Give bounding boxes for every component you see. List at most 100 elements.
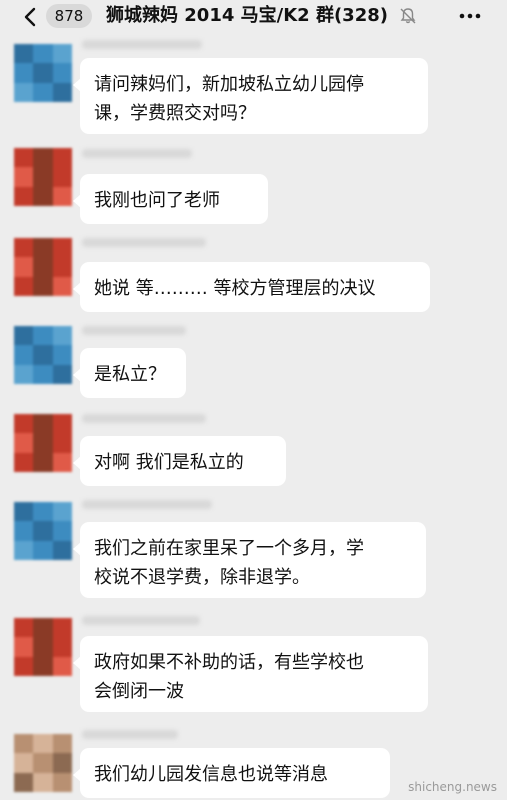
sender-name-blurred <box>82 500 212 509</box>
sender-name-blurred <box>82 414 206 423</box>
avatar[interactable] <box>14 44 72 102</box>
avatar-pixel <box>52 326 72 346</box>
avatar-pixel <box>33 257 53 277</box>
message-text: 我刚也问了老师 <box>94 190 220 211</box>
avatar-pixel <box>33 238 53 258</box>
avatar-pixel <box>52 452 72 472</box>
avatar-pixel <box>33 276 53 296</box>
avatar-pixel <box>33 772 53 792</box>
avatar-pixel <box>14 345 34 365</box>
avatar[interactable] <box>14 326 72 384</box>
avatar-pixel <box>33 502 53 522</box>
message-bubble[interactable]: 请问辣妈们，新加坡私立幼儿园停 课，学费照交对吗？ <box>73 58 428 134</box>
avatar-pixel <box>33 364 53 384</box>
avatar-pixel <box>33 452 53 472</box>
sender-name-blurred <box>82 40 202 49</box>
avatar-pixel <box>33 167 53 187</box>
avatar[interactable] <box>14 502 72 560</box>
avatar-pixel <box>33 753 53 773</box>
avatar-pixel <box>52 502 72 522</box>
chevron-left-icon[interactable] <box>20 6 42 28</box>
avatar-pixel <box>52 364 72 384</box>
avatar-pixel <box>33 414 53 434</box>
avatar-pixel <box>52 618 72 638</box>
avatar-pixel <box>33 521 53 541</box>
avatar-pixel <box>14 637 34 657</box>
avatar-pixel <box>52 772 72 792</box>
avatar-pixel <box>52 637 72 657</box>
avatar-pixel <box>33 326 53 346</box>
unread-count-badge[interactable]: 878 <box>46 4 92 28</box>
avatar-pixel <box>33 637 53 657</box>
avatar-pixel <box>52 276 72 296</box>
sender-name-blurred <box>82 616 200 625</box>
avatar-pixel <box>14 364 34 384</box>
avatar-pixel <box>14 433 34 453</box>
avatar-pixel <box>33 734 53 754</box>
message-bubble[interactable]: 她说 等……… 等校方管理层的决议 <box>73 262 430 312</box>
avatar-pixel <box>52 656 72 676</box>
avatar[interactable] <box>14 734 72 792</box>
message-text: 请问辣妈们，新加坡私立幼儿园停 <box>94 74 364 95</box>
avatar-pixel <box>52 63 72 83</box>
avatar-pixel <box>14 63 34 83</box>
message-bubble[interactable]: 我刚也问了老师 <box>73 174 268 224</box>
avatar[interactable] <box>14 618 72 676</box>
avatar-pixel <box>52 540 72 560</box>
message-text: 她说 等……… 等校方管理层的决议 <box>94 278 376 299</box>
avatar[interactable] <box>14 148 72 206</box>
message-text: 对啊 我们是私立的 <box>94 452 244 473</box>
message-text: 政府如果不补助的话，有些学校也 <box>94 652 364 673</box>
chat-title: 狮城辣妈 2014 马宝/K2 群(328) <box>106 5 388 26</box>
avatar-pixel <box>14 452 34 472</box>
sender-name-blurred <box>82 238 206 247</box>
sender-name-blurred <box>82 730 178 739</box>
avatar-pixel <box>52 257 72 277</box>
message-text: 我们幼儿园发信息也说等消息 <box>94 764 328 785</box>
avatar-pixel <box>14 44 34 64</box>
avatar[interactable] <box>14 238 72 296</box>
avatar-pixel <box>33 44 53 64</box>
avatar-pixel <box>52 734 72 754</box>
avatar-pixel <box>52 345 72 365</box>
avatar-pixel <box>33 63 53 83</box>
avatar-pixel <box>33 82 53 102</box>
message-text: 校说不退学费，除非退学。 <box>94 567 310 588</box>
message-bubble[interactable]: 对啊 我们是私立的 <box>73 436 286 486</box>
avatar-pixel <box>33 186 53 206</box>
avatar-pixel <box>14 502 34 522</box>
message-text: 课，学费照交对吗？ <box>94 103 256 124</box>
message-text: 会倒闭一波 <box>94 681 184 702</box>
avatar-pixel <box>52 167 72 187</box>
message-bubble[interactable]: 政府如果不补助的话，有些学校也 会倒闭一波 <box>73 636 428 712</box>
avatar-pixel <box>14 618 34 638</box>
watermark: shicheng.news <box>408 780 497 794</box>
avatar-pixel <box>14 656 34 676</box>
avatar-pixel <box>14 753 34 773</box>
avatar-pixel <box>52 753 72 773</box>
more-dots-icon[interactable] <box>458 5 482 27</box>
avatar-pixel <box>52 44 72 64</box>
message-bubble[interactable]: 我们之前在家里呆了一个多月，学 校说不退学费，除非退学。 <box>73 522 426 598</box>
avatar-pixel <box>33 345 53 365</box>
avatar-pixel <box>14 186 34 206</box>
avatar-pixel <box>33 540 53 560</box>
message-bubble[interactable]: 我们幼儿园发信息也说等消息 <box>73 748 390 798</box>
avatar-pixel <box>14 540 34 560</box>
sender-name-blurred <box>82 149 192 158</box>
avatar-pixel <box>33 656 53 676</box>
avatar-pixel <box>14 521 34 541</box>
avatar-pixel <box>14 167 34 187</box>
avatar[interactable] <box>14 414 72 472</box>
avatar-pixel <box>14 238 34 258</box>
avatar-pixel <box>52 148 72 168</box>
avatar-pixel <box>52 238 72 258</box>
avatar-pixel <box>52 186 72 206</box>
avatar-pixel <box>33 148 53 168</box>
avatar-pixel <box>14 148 34 168</box>
avatar-pixel <box>14 414 34 434</box>
bell-muted-icon <box>400 8 416 24</box>
message-bubble[interactable]: 是私立？ <box>73 348 186 398</box>
avatar-pixel <box>52 414 72 434</box>
avatar-pixel <box>14 82 34 102</box>
